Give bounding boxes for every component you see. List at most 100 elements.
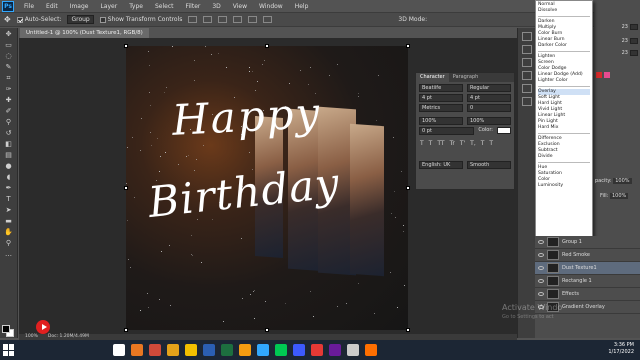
auto-select-dropdown[interactable]: Group: [67, 15, 94, 24]
tab-character[interactable]: Character: [416, 73, 449, 82]
menu-layer[interactable]: Layer: [94, 3, 123, 10]
zoom-icon[interactable]: ⚲: [3, 239, 15, 248]
eyedropper-icon[interactable]: ✑: [3, 85, 15, 94]
transform-handle-mr[interactable]: [406, 186, 410, 190]
menu-window[interactable]: Window: [253, 3, 289, 10]
foreground-color-swatch[interactable]: [2, 325, 10, 333]
taskbar-clock[interactable]: 3:36 PM 1/17/2022: [608, 342, 634, 356]
adjustments-panel-icon[interactable]: [521, 97, 532, 106]
blend-mode-item[interactable]: Darker Color: [538, 43, 590, 49]
blend-mode-dropdown[interactable]: Normal Dissolve Darken Multiply Color Burn Li…: [535, 0, 593, 240]
transform-handle-tr[interactable]: [406, 44, 410, 48]
move-icon[interactable]: ✥: [3, 30, 15, 39]
transform-handle-tm[interactable]: [265, 44, 269, 48]
menu-image[interactable]: Image: [64, 3, 95, 10]
text-color-swatch[interactable]: [497, 127, 511, 134]
fill-control[interactable]: Fill: 100%: [600, 193, 629, 199]
transform-handle-tl[interactable]: [124, 44, 128, 48]
brush-panel-icon[interactable]: [521, 84, 532, 93]
hand-icon[interactable]: ✋: [3, 228, 15, 237]
document-tab[interactable]: Untitled-1 @ 100% (Dust Texture1, RGB/8): [20, 28, 149, 38]
language-select[interactable]: English: UK: [419, 161, 463, 169]
blend-mode-item[interactable]: Divide: [538, 154, 590, 160]
taskbar-app-icon[interactable]: [275, 344, 287, 356]
taskbar-app-icon[interactable]: [185, 344, 197, 356]
menu-view[interactable]: View: [227, 3, 253, 10]
baseline-shift-field[interactable]: 0 pt: [419, 127, 475, 135]
menu-edit[interactable]: Edit: [40, 3, 64, 10]
align-middle-icon[interactable]: [203, 16, 213, 23]
more-tools-icon[interactable]: …: [3, 250, 15, 259]
layer-row[interactable]: Effects: [535, 288, 640, 301]
taskbar-app-icon[interactable]: [167, 344, 179, 356]
layer-row[interactable]: Group 1: [535, 236, 640, 249]
menu-3d[interactable]: 3D: [206, 3, 226, 10]
blend-mode-item[interactable]: Lighter Color: [538, 78, 590, 84]
tracking-field[interactable]: 0: [467, 104, 511, 112]
visibility-eye-icon[interactable]: [538, 266, 544, 270]
menu-select[interactable]: Select: [149, 3, 180, 10]
vertical-scale-field[interactable]: 100%: [419, 117, 463, 125]
font-family-select[interactable]: Beatiife: [419, 84, 463, 92]
windows-start-icon[interactable]: [3, 344, 15, 356]
tab-paragraph[interactable]: Paragraph: [449, 73, 483, 82]
taskbar-app-icon[interactable]: [221, 344, 233, 356]
strikethrough-button[interactable]: T: [489, 140, 493, 147]
kerning-field[interactable]: Metrics: [419, 104, 463, 112]
font-size-field[interactable]: 4 pt: [419, 94, 463, 102]
youtube-icon[interactable]: [36, 320, 50, 334]
menu-filter[interactable]: Filter: [180, 3, 207, 10]
eraser-icon[interactable]: ◧: [3, 140, 15, 149]
swatch-red[interactable]: [596, 72, 602, 78]
small-caps-button[interactable]: Tr: [450, 140, 455, 147]
blend-mode-item[interactable]: Hard Mix: [538, 125, 590, 131]
taskbar-app-icon[interactable]: [347, 344, 359, 356]
leading-field[interactable]: 4 pt: [467, 94, 511, 102]
visibility-eye-icon[interactable]: [538, 240, 544, 244]
blend-mode-item[interactable]: Dissolve: [538, 8, 590, 14]
auto-select-option[interactable]: Auto-Select:: [16, 16, 61, 23]
layer-row[interactable]: Dust Texture1: [535, 262, 640, 275]
blend-mode-item[interactable]: Luminosity: [538, 183, 590, 189]
visibility-eye-icon[interactable]: [538, 253, 544, 257]
move-tool-icon[interactable]: ✥: [4, 15, 11, 24]
horizontal-scale-field[interactable]: 100%: [467, 117, 511, 125]
clone-stamp-icon[interactable]: ⚲: [3, 118, 15, 127]
auto-select-checkbox[interactable]: [16, 16, 23, 23]
menu-file[interactable]: File: [18, 3, 40, 10]
transform-controls-option[interactable]: Show Transform Controls: [99, 16, 182, 23]
transform-controls-checkbox[interactable]: [99, 16, 106, 23]
visibility-eye-icon[interactable]: [538, 279, 544, 283]
superscript-button[interactable]: T': [460, 140, 465, 147]
fill-value[interactable]: 100%: [609, 193, 629, 199]
opacity-control[interactable]: pacity: 100%: [595, 178, 632, 184]
menu-type[interactable]: Type: [123, 3, 149, 10]
type-icon[interactable]: T: [3, 195, 15, 204]
character-panel-icon[interactable]: [521, 58, 532, 67]
gradient-icon[interactable]: ▤: [3, 151, 15, 160]
taskbar-app-icon[interactable]: [149, 344, 161, 356]
history-brush-icon[interactable]: ↺: [3, 129, 15, 138]
transform-handle-br[interactable]: [406, 328, 410, 332]
taskbar-app-icon[interactable]: [257, 344, 269, 356]
paragraph-panel-icon[interactable]: [521, 71, 532, 80]
history-panel-icon[interactable]: [521, 32, 532, 41]
taskbar-app-icon[interactable]: [203, 344, 215, 356]
layer-row[interactable]: Red Smoke: [535, 249, 640, 262]
transform-handle-bm[interactable]: [265, 328, 269, 332]
align-top-icon[interactable]: [188, 16, 198, 23]
align-right-icon[interactable]: [263, 16, 273, 23]
quick-select-icon[interactable]: ✎: [3, 63, 15, 72]
taskbar-app-icon[interactable]: [329, 344, 341, 356]
menu-help[interactable]: Help: [289, 3, 315, 10]
path-select-icon[interactable]: ➤: [3, 206, 15, 215]
healing-brush-icon[interactable]: ✚: [3, 96, 15, 105]
faux-bold-button[interactable]: T: [420, 140, 424, 147]
taskbar-app-icon[interactable]: [239, 344, 251, 356]
opacity-value[interactable]: 100%: [613, 178, 632, 184]
underline-button[interactable]: T: [481, 140, 485, 147]
taskbar-app-icon[interactable]: [293, 344, 305, 356]
color-slider-g[interactable]: [630, 38, 638, 44]
dodge-icon[interactable]: ◖: [3, 173, 15, 182]
blur-icon[interactable]: ●: [3, 162, 15, 171]
